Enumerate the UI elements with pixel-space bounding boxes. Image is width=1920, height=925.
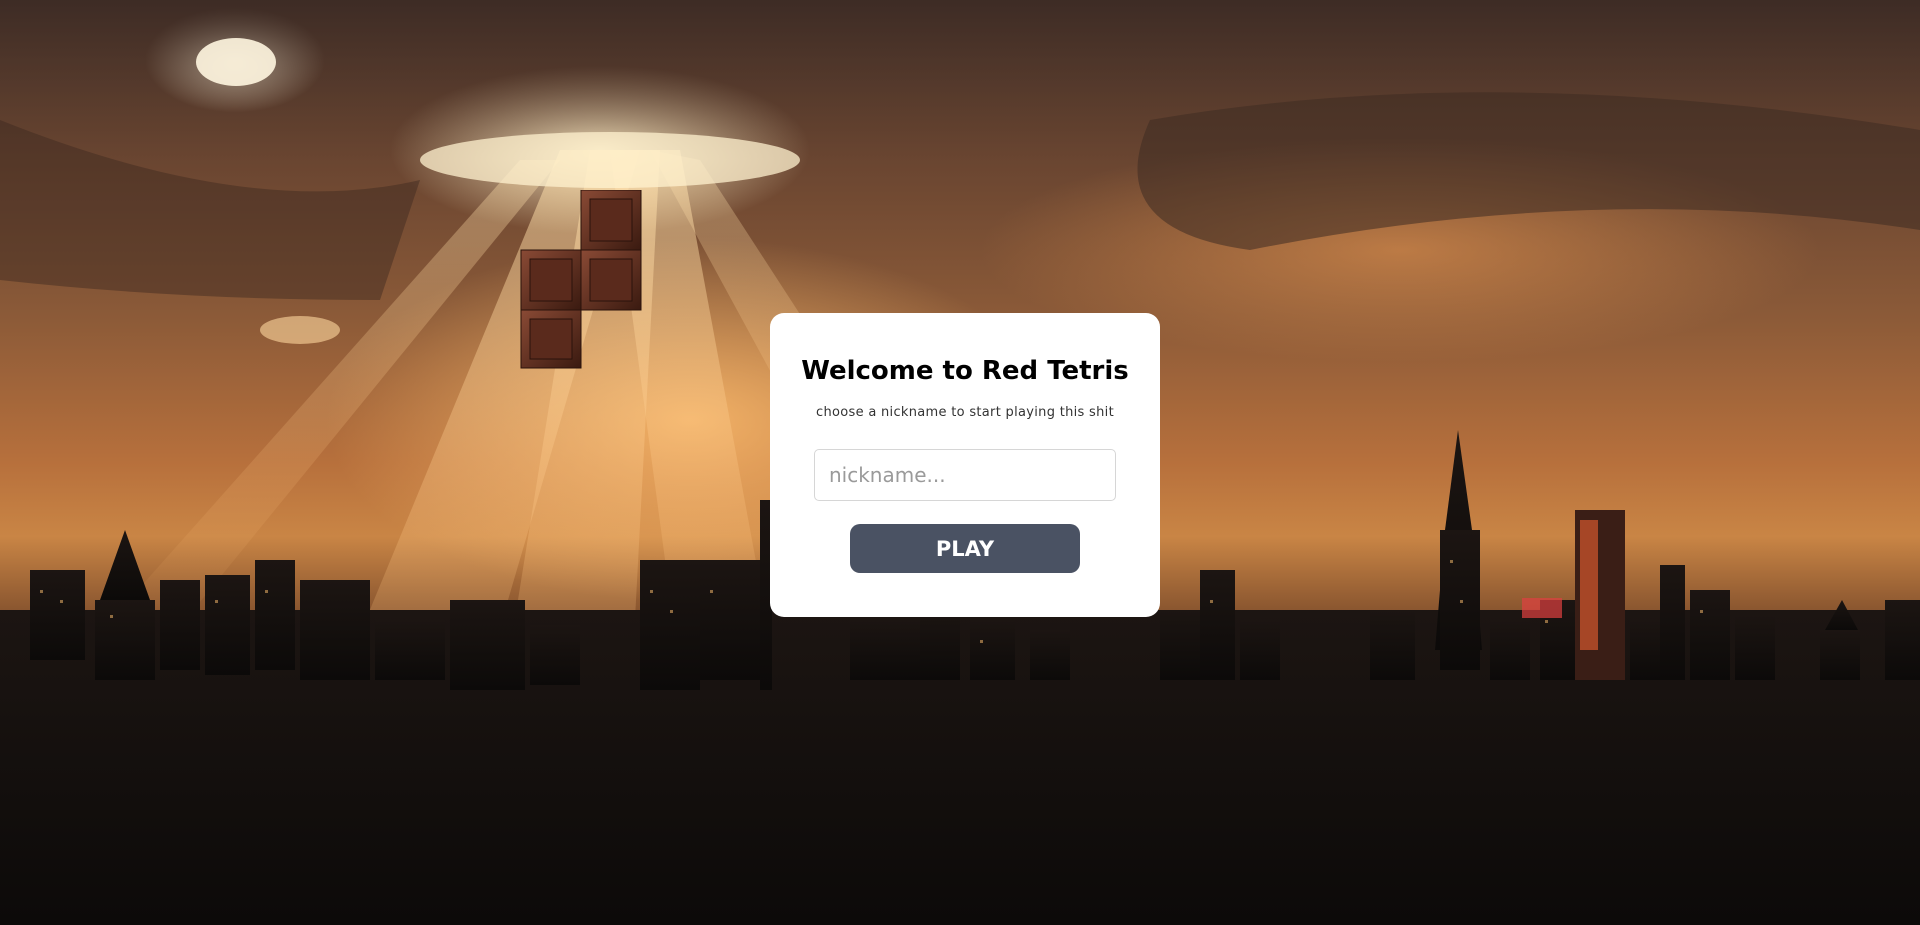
tetromino-piece [520,190,642,369]
play-button[interactable]: PLAY [850,524,1080,573]
subtitle-text: choose a nickname to start playing this … [816,405,1114,420]
page-title: Welcome to Red Tetris [801,356,1129,386]
login-panel: Welcome to Red Tetris choose a nickname … [770,313,1160,617]
nickname-input[interactable] [814,449,1116,501]
